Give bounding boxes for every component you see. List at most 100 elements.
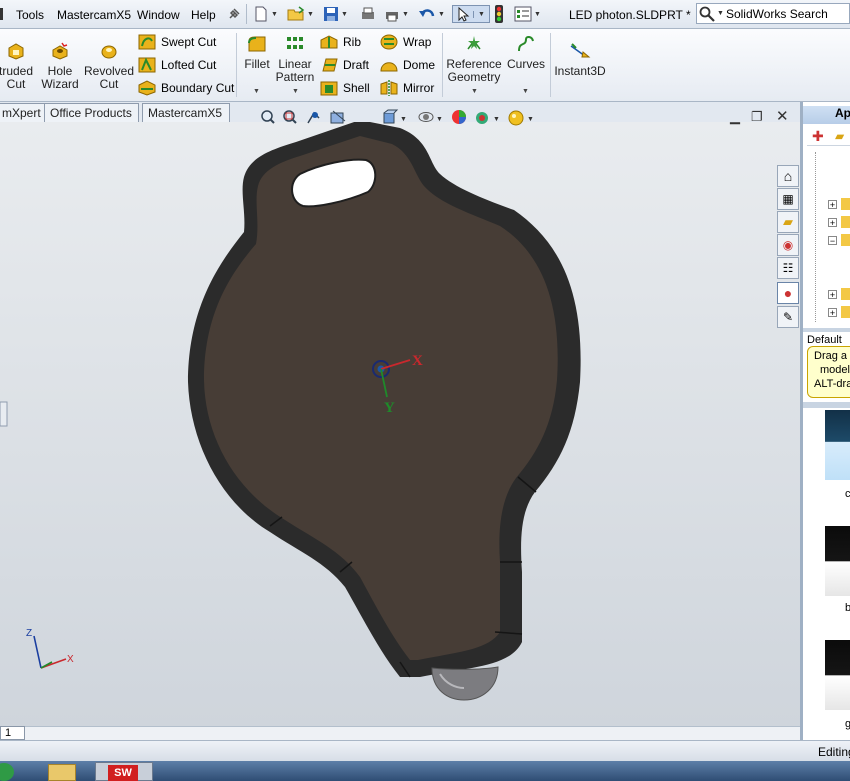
print-options-button[interactable]: ▼: [384, 5, 409, 23]
save-button[interactable]: ▼: [323, 5, 348, 23]
curves-dropdown-icon[interactable]: ▼: [522, 88, 529, 95]
boundary-cut-icon: [138, 80, 156, 96]
scene-icon[interactable]: [476, 112, 488, 124]
rib-label: Rib: [343, 35, 362, 49]
new-document-icon: [255, 6, 267, 22]
rib-button[interactable]: Rib: [320, 33, 361, 51]
appearance-icon[interactable]: [452, 110, 466, 124]
swatch-label: c: [845, 488, 850, 500]
fillet-dropdown-icon[interactable]: ▼: [253, 88, 260, 95]
close-icon[interactable]: ✕: [776, 107, 789, 125]
draft-label: Draft: [343, 58, 370, 72]
heads-up-view-toolbar: ▼ ▼ ▼ ▼: [259, 109, 534, 126]
custom-properties-icon: ✎: [782, 310, 794, 324]
revolved-cut-button[interactable]: Revolved Cut: [84, 42, 134, 91]
zoom-to-area-icon[interactable]: [283, 110, 297, 124]
tab-simulationxpert[interactable]: mXpert: [0, 103, 46, 122]
tree-collapse-icon[interactable]: −: [828, 236, 837, 246]
tree-expand-icon[interactable]: +: [828, 308, 837, 318]
panel-splitter[interactable]: [803, 328, 850, 332]
menu-tools[interactable]: Tools: [16, 8, 44, 22]
hole-wizard-button[interactable]: Hole Wizard: [40, 42, 80, 91]
explorer-taskbar-icon[interactable]: [48, 764, 76, 781]
zoom-to-fit-icon[interactable]: [261, 110, 275, 124]
display-style-icon[interactable]: [418, 112, 434, 122]
tree-expand-icon[interactable]: +: [828, 200, 837, 210]
open-button[interactable]: ▼: [287, 5, 314, 23]
solidworks-resources-tab[interactable]: ⌂: [777, 165, 799, 187]
sheet-tab[interactable]: 1: [0, 726, 25, 740]
drag-hint-tooltip: Drag a model ALT-dra: [807, 346, 850, 398]
options-button[interactable]: ▼: [514, 5, 541, 23]
ribbon-separator: [550, 33, 551, 97]
rib-icon: [320, 35, 338, 49]
new-document-button[interactable]: ▼: [253, 5, 278, 23]
select-cursor-icon: [458, 6, 470, 22]
menu-mastercam[interactable]: MastercamX5: [57, 8, 131, 22]
search-dropdown-icon[interactable]: ▼: [717, 10, 724, 17]
instant3d-button[interactable]: Instant3D: [553, 42, 607, 78]
tab-mastercamx5[interactable]: MastercamX5: [142, 103, 230, 122]
section-view-icon[interactable]: [330, 110, 346, 124]
restore-icon[interactable]: ❐: [751, 109, 763, 125]
custom-properties-tab[interactable]: ✎: [777, 306, 799, 328]
undo-button[interactable]: ▼: [418, 5, 445, 23]
search-tab[interactable]: ◉: [777, 234, 799, 256]
swept-cut-button[interactable]: Swept Cut: [138, 33, 216, 51]
curves-button[interactable]: Curves: [506, 35, 546, 71]
add-appearance-icon[interactable]: ✚: [812, 128, 824, 145]
linear-pattern-dropdown-icon[interactable]: ▼: [292, 88, 299, 95]
dome-button[interactable]: Dome: [380, 56, 435, 74]
lofted-cut-button[interactable]: Lofted Cut: [138, 56, 216, 74]
rebuild-button[interactable]: [494, 5, 504, 23]
previous-view-icon[interactable]: [307, 111, 320, 124]
design-library-tab[interactable]: ▦: [777, 188, 799, 210]
boundary-cut-label: Boundary Cut: [161, 81, 235, 95]
mirror-label: Mirror: [403, 81, 435, 95]
tree-expand-icon[interactable]: +: [828, 218, 837, 228]
triad-y-label: Y: [384, 400, 395, 416]
solidworks-taskbar-button[interactable]: SW: [95, 762, 153, 781]
appearance-swatch[interactable]: [825, 640, 850, 710]
menu-bar: Tools MastercamX5 Window Help ▼ ▼ ▼ ▼ ▼ …: [0, 0, 850, 29]
panel-splitter[interactable]: [803, 402, 850, 408]
appearance-swatch[interactable]: [825, 410, 850, 480]
appearance-swatch[interactable]: [825, 526, 850, 596]
folder-icon: [841, 216, 850, 228]
mirror-button[interactable]: Mirror: [380, 79, 434, 97]
graphics-area[interactable]: X Y X Z: [0, 122, 800, 726]
menu-window[interactable]: Window: [137, 8, 180, 22]
appearances-tab[interactable]: ●: [777, 282, 799, 304]
pin-icon[interactable]: [226, 5, 242, 23]
view-orientation-icon[interactable]: [383, 109, 399, 124]
extruded-cut-button[interactable]: truded Cut: [0, 42, 38, 91]
view-palette-tab[interactable]: ☷: [777, 257, 799, 279]
document-title: LED photon.SLDPRT *: [569, 8, 691, 22]
options-list-icon: [514, 6, 532, 22]
boundary-cut-button[interactable]: Boundary Cut: [138, 79, 234, 97]
select-button[interactable]: ▼: [452, 5, 490, 23]
menu-help[interactable]: Help: [191, 8, 216, 22]
draft-button[interactable]: Draft: [320, 56, 369, 74]
feature-tree-handle[interactable]: [0, 401, 8, 427]
linear-pattern-button[interactable]: Linear Pattern: [274, 35, 316, 84]
fillet-button[interactable]: Fillet: [240, 35, 274, 71]
tab-office-products[interactable]: Office Products: [44, 103, 139, 122]
folder-icon[interactable]: ▰: [835, 129, 844, 143]
print-button[interactable]: [360, 5, 376, 23]
start-button[interactable]: [0, 763, 14, 781]
shell-button[interactable]: Shell: [320, 79, 370, 97]
tree-expand-icon[interactable]: +: [828, 290, 837, 300]
horizontal-scrollbar[interactable]: [0, 726, 800, 740]
solidworks-search-box[interactable]: ▼ SolidWorks Search: [696, 3, 850, 24]
minimize-icon[interactable]: ▁: [730, 109, 740, 125]
swept-cut-icon: [138, 34, 156, 50]
wrap-icon: [380, 34, 398, 50]
svg-text:▼: ▼: [436, 116, 443, 123]
reference-geometry-button[interactable]: Reference Geometry: [446, 35, 502, 84]
wrap-button[interactable]: Wrap: [380, 33, 431, 51]
reference-geometry-dropdown-icon[interactable]: ▼: [471, 88, 478, 95]
file-explorer-tab[interactable]: ▰: [777, 211, 799, 233]
realview-icon[interactable]: [508, 110, 524, 126]
undo-arrow-icon: [419, 9, 435, 17]
